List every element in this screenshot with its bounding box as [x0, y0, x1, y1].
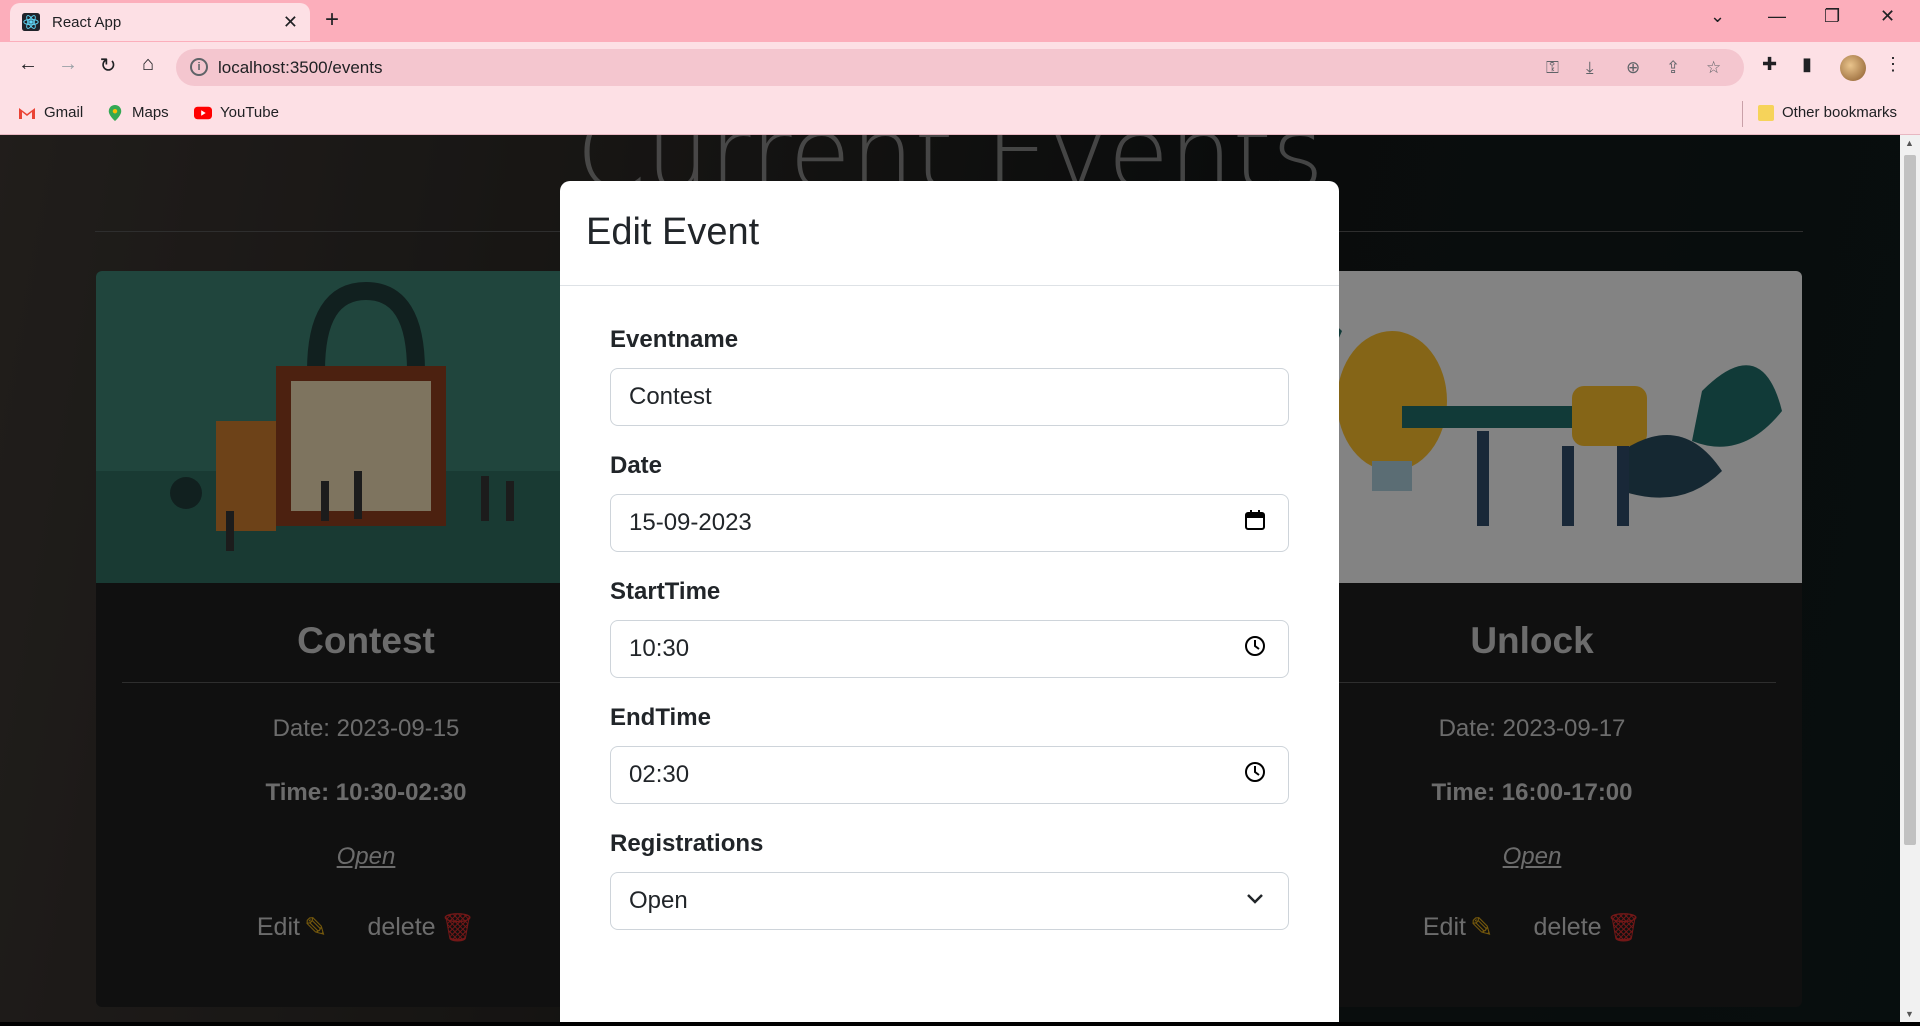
other-bookmarks-label: Other bookmarks: [1782, 104, 1898, 121]
address-bar[interactable]: i localhost:3500/events ⚿ ⤓ ⊕ ⇪ ☆: [176, 49, 1744, 86]
scrollbar-thumb[interactable]: [1904, 155, 1916, 845]
zoom-icon[interactable]: ⊕: [1626, 58, 1640, 78]
profile-avatar[interactable]: [1840, 55, 1866, 81]
scroll-up-icon[interactable]: ▲: [1905, 138, 1914, 148]
restore-icon[interactable]: ❐: [1824, 6, 1840, 27]
tab-search-icon[interactable]: ⌄: [1710, 6, 1725, 27]
eventname-group: Eventname Contest: [610, 326, 1289, 426]
date-input[interactable]: 15-09-2023: [610, 494, 1289, 552]
close-tab-icon[interactable]: ✕: [283, 12, 298, 33]
page-content: Current Events Contest Date: 2023-09-15 …: [0, 135, 1900, 1022]
endtime-label: EndTime: [610, 704, 711, 731]
modal-title: Edit Event: [586, 211, 760, 253]
extensions-icon[interactable]: ✚: [1762, 54, 1777, 75]
back-icon[interactable]: ←: [14, 53, 42, 76]
maps-pin-icon: [108, 104, 122, 121]
bookmark-label: YouTube: [220, 104, 279, 121]
starttime-input[interactable]: 10:30: [610, 620, 1289, 678]
edit-event-modal: Edit Event Eventname Contest Date 15-09-…: [560, 181, 1339, 1022]
share-icon[interactable]: ⇪: [1666, 58, 1680, 78]
reload-icon[interactable]: ↻: [94, 53, 122, 78]
url-text: localhost:3500/events: [218, 57, 383, 77]
endtime-value: 02:30: [629, 761, 690, 788]
modal-header: Edit Event: [560, 181, 1339, 286]
eventname-label: Eventname: [610, 326, 739, 353]
key-icon[interactable]: ⚿: [1546, 58, 1559, 78]
bookmark-youtube[interactable]: YouTube: [194, 104, 279, 121]
clock-icon[interactable]: [1244, 761, 1266, 783]
registrations-select[interactable]: Open: [610, 872, 1289, 930]
eventname-input[interactable]: Contest: [610, 368, 1289, 426]
eventname-value: Contest: [629, 383, 712, 410]
react-icon: [22, 13, 40, 31]
gmail-icon: [19, 107, 35, 119]
bookmark-label: Gmail: [44, 104, 84, 121]
date-group: Date 15-09-2023: [610, 452, 1289, 552]
registrations-value: Open: [629, 887, 688, 914]
forward-icon[interactable]: →: [54, 53, 82, 76]
folder-icon: [1758, 104, 1774, 121]
registrations-group: Registrations Open: [610, 830, 1289, 930]
endtime-group: EndTime 02:30: [610, 704, 1289, 804]
starttime-value: 10:30: [629, 635, 690, 662]
modal-body: Eventname Contest Date 15-09-2023 StartT…: [560, 286, 1339, 996]
bookmarks-bar: Gmail Maps YouTube Other bookmarks: [0, 93, 1920, 135]
calendar-icon[interactable]: [1244, 509, 1266, 531]
bookmark-gmail[interactable]: Gmail: [18, 104, 83, 121]
date-value: 15-09-2023: [629, 509, 752, 536]
starttime-group: StartTime 10:30: [610, 578, 1289, 678]
bookmark-label: Maps: [132, 104, 169, 121]
tab-title: React App: [52, 13, 122, 31]
bookmark-maps[interactable]: Maps: [106, 104, 169, 121]
registrations-label: Registrations: [610, 830, 764, 857]
youtube-icon: [194, 106, 212, 119]
home-icon[interactable]: ⌂: [134, 53, 162, 76]
install-icon[interactable]: ⤓: [1586, 58, 1594, 78]
browser-toolbar: ← → ↻ ⌂ i localhost:3500/events ⚿ ⤓ ⊕ ⇪ …: [0, 41, 1920, 93]
chevron-down-icon: [1247, 894, 1263, 904]
other-bookmarks[interactable]: Other bookmarks: [1758, 104, 1897, 121]
clock-icon[interactable]: [1244, 635, 1266, 657]
minimize-icon[interactable]: —: [1768, 6, 1786, 27]
starttime-label: StartTime: [610, 578, 721, 605]
scroll-down-icon[interactable]: ▼: [1905, 1009, 1914, 1019]
site-info-icon[interactable]: i: [190, 58, 208, 76]
endtime-input[interactable]: 02:30: [610, 746, 1289, 804]
browser-tab[interactable]: React App ✕: [10, 3, 310, 41]
side-panel-icon[interactable]: ▮: [1802, 54, 1812, 75]
close-window-icon[interactable]: ✕: [1880, 6, 1895, 27]
date-label: Date: [610, 452, 663, 479]
new-tab-icon[interactable]: +: [325, 6, 339, 34]
bookmark-star-icon[interactable]: ☆: [1706, 58, 1721, 78]
browser-tab-strip: React App ✕ + ⌄ — ❐ ✕: [0, 0, 1920, 41]
menu-icon[interactable]: ⋮: [1884, 54, 1902, 75]
page-scrollbar[interactable]: ▲ ▼: [1900, 135, 1920, 1022]
bookmarks-divider: [1742, 101, 1743, 127]
